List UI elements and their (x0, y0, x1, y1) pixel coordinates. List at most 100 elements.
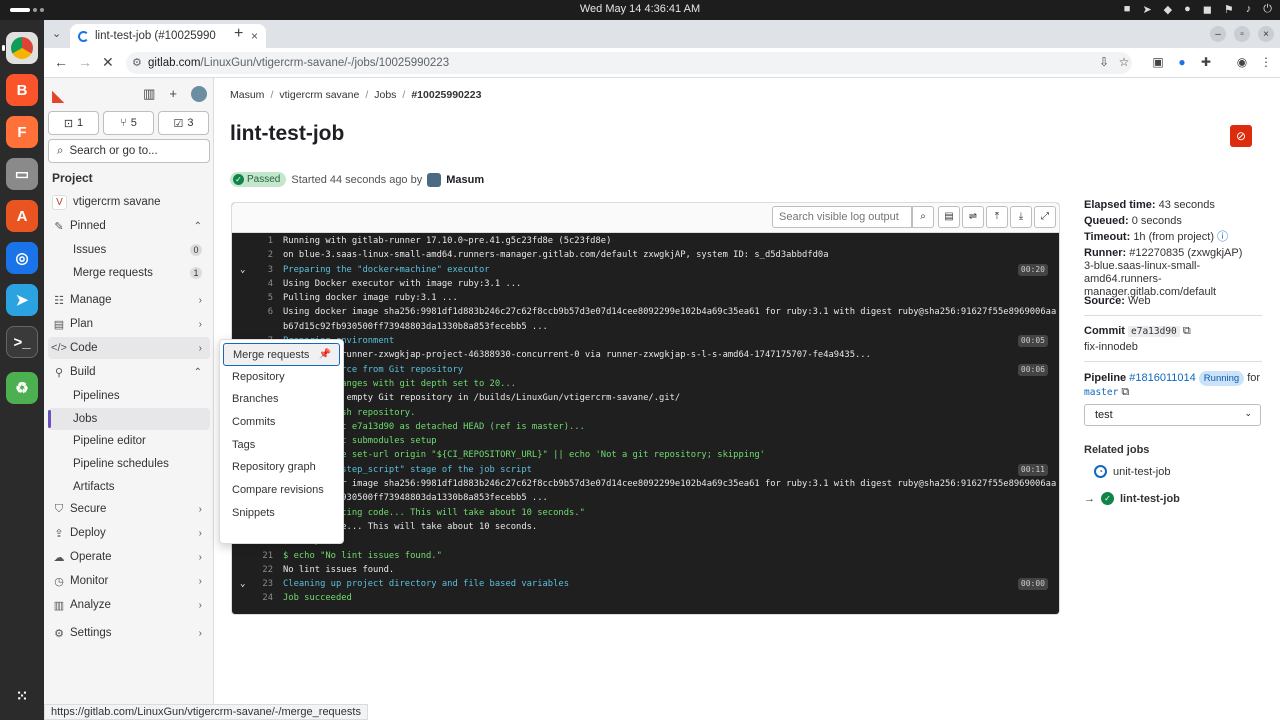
new-tab-button[interactable]: + (234, 25, 243, 43)
record-icon[interactable]: ■ (1124, 3, 1131, 16)
log-search-input[interactable] (772, 206, 912, 228)
sidebar-item-pipelines[interactable]: Pipelines (48, 385, 210, 407)
search-button[interactable]: ⌕ Search or go to... (48, 139, 210, 163)
back-button[interactable]: ← (54, 54, 68, 70)
sidebar-item-code[interactable]: </> Code › (48, 337, 210, 359)
install-icon[interactable]: ⇩ (1096, 55, 1112, 71)
menu-item-repository-graph[interactable]: Repository graph (223, 456, 340, 479)
menu-item-tags[interactable]: Tags (223, 434, 340, 457)
brave-icon[interactable]: B (6, 74, 38, 106)
line-number[interactable]: 5 (246, 291, 273, 305)
line-number[interactable]: 2 (246, 248, 273, 262)
line-number[interactable]: 1 (246, 234, 273, 248)
line-number[interactable]: 6 (246, 305, 273, 319)
show-apps-icon[interactable]: ⁙ (6, 680, 38, 712)
sidebar-item-monitor[interactable]: ◷ Monitor › (48, 570, 210, 592)
brave-icon[interactable]: ◆ (1164, 3, 1172, 16)
volume-icon[interactable]: ♪ (1246, 3, 1252, 16)
chevron-down-icon[interactable]: ⌄ (240, 577, 245, 591)
forward-button[interactable]: → (78, 54, 92, 70)
sidebar-item-plan[interactable]: ▤ Plan › (48, 313, 210, 335)
menu-icon[interactable]: ⋮ (1258, 55, 1274, 71)
status-badge[interactable]: ✓ Passed (230, 172, 287, 187)
commit-sha[interactable]: e7a13d90 (1128, 326, 1180, 337)
menu-item-compare-revisions[interactable]: Compare revisions (223, 479, 340, 502)
sidebar-item-manage[interactable]: ☷ Manage › (48, 289, 210, 311)
app-icon[interactable]: ◼ (1203, 3, 1212, 16)
power-icon[interactable]: ⏻ (1263, 3, 1272, 16)
chromium-icon[interactable]: ◎ (6, 242, 38, 274)
files-icon[interactable]: ▭ (6, 158, 38, 190)
menu-item-snippets[interactable]: Snippets (223, 502, 340, 525)
search-icon[interactable]: ⌕ (912, 206, 934, 228)
sidebar-item-operate[interactable]: ☁ Operate › (48, 546, 210, 568)
merge-requests-counter[interactable]: ⑂ 5 (103, 111, 154, 135)
telegram-icon[interactable]: ➤ (6, 284, 38, 316)
branch-link[interactable]: master (1084, 387, 1118, 398)
close-window-icon[interactable]: × (1258, 26, 1274, 42)
menu-item-branches[interactable]: Branches (223, 388, 340, 411)
stage-select[interactable]: test ⌄ (1084, 404, 1261, 426)
menu-item-repository[interactable]: Repository (223, 366, 340, 389)
line-number[interactable]: 3 (246, 263, 273, 277)
user-avatar[interactable] (191, 86, 207, 102)
system-tray[interactable]: ■ ➤ ◆ ● ◼ ⚑ ♪ ⏻ (1124, 3, 1272, 16)
pipeline-link[interactable]: #1816011014 (1129, 372, 1195, 384)
line-number[interactable]: 23 (246, 577, 273, 591)
breadcrumb-current[interactable]: #10025990223 (411, 89, 481, 101)
extension-icon[interactable]: ● (1174, 55, 1190, 71)
fullscreen-icon[interactable]: ⤢ (1034, 206, 1056, 228)
line-number[interactable]: 4 (246, 277, 273, 291)
chrome-icon[interactable]: ● (1184, 3, 1191, 16)
menu-item-merge-requests[interactable]: Merge requests 📌 (223, 343, 340, 366)
telegram-icon[interactable]: ➤ (1142, 3, 1151, 16)
profile-avatar[interactable]: ◉ (1234, 55, 1250, 71)
raw-log-icon[interactable]: ▤ (938, 206, 960, 228)
minimize-icon[interactable]: – (1210, 26, 1226, 42)
system-clock[interactable]: Wed May 14 4:36:41 AM (0, 3, 1280, 15)
sidebar-item-analyze[interactable]: ▥ Analyze › (48, 594, 210, 616)
scroll-top-icon[interactable]: ⤒ (986, 206, 1008, 228)
line-number[interactable]: 21 (246, 549, 273, 563)
user-link[interactable]: Masum (446, 174, 484, 186)
breadcrumb-link[interactable]: Masum (230, 89, 264, 101)
tab-search-icon[interactable]: ⌄ (52, 27, 61, 40)
sidebar-item-issues[interactable]: Issues 0 (48, 239, 210, 261)
sidebar-item-pipeline-schedules[interactable]: Pipeline schedules (48, 453, 210, 475)
help-icon[interactable]: ⓘ (1217, 231, 1228, 243)
close-tab-icon[interactable]: × (251, 29, 258, 43)
wrap-lines-icon[interactable]: ⇌ (962, 206, 984, 228)
todos-counter[interactable]: ☑ 3 (158, 111, 209, 135)
software-icon[interactable]: A (6, 200, 38, 232)
sidebar-item-build[interactable]: ⚲ Build ⌃ (48, 361, 210, 383)
scroll-bottom-icon[interactable]: ⤓ (1010, 206, 1032, 228)
site-info-icon[interactable]: ⚙ (132, 56, 142, 69)
sidebar-item-merge-requests[interactable]: Merge requests 1 (48, 262, 210, 284)
chevron-down-icon[interactable]: ⌄ (240, 263, 245, 277)
copy-icon[interactable]: ⧉ (1121, 386, 1129, 398)
chrome-icon[interactable] (2, 32, 38, 64)
address-bar[interactable]: ⚙ gitlab.com/LinuxGun/vtigercrm-savane/-… (126, 52, 1132, 74)
bookmark-icon[interactable]: ☆ (1116, 55, 1132, 71)
puzzle-icon[interactable]: ✚ (1198, 55, 1214, 71)
related-job-item[interactable]: ◔ unit-test-job (1094, 465, 1170, 478)
issues-counter[interactable]: ⊡ 1 (48, 111, 99, 135)
menu-item-commits[interactable]: Commits (223, 411, 340, 434)
sidebar-project-link[interactable]: Vvtigercrm savane (48, 191, 210, 213)
breadcrumb-link[interactable]: vtigercrm savane (279, 89, 359, 101)
extension-icon[interactable]: ▣ (1150, 55, 1166, 71)
gitlab-logo-icon[interactable]: ◣ (52, 86, 70, 105)
sidebar-item-secure[interactable]: ⛉ Secure › (48, 498, 210, 520)
network-icon[interactable]: ⚑ (1224, 3, 1234, 16)
trash-icon[interactable]: ♻ (6, 372, 38, 404)
avatar[interactable] (427, 172, 442, 187)
sidebar-item-settings[interactable]: ⚙ Settings › (48, 622, 210, 644)
line-number[interactable]: 24 (246, 591, 273, 605)
breadcrumb-link[interactable]: Jobs (374, 89, 396, 101)
sidebar-item-deploy[interactable]: ⇪ Deploy › (48, 522, 210, 544)
copy-icon[interactable]: ⧉ (1183, 325, 1191, 337)
create-new-icon[interactable]: + (169, 86, 177, 102)
stop-button[interactable]: ✕ (102, 54, 114, 71)
sidebar-item-pipeline-editor[interactable]: Pipeline editor (48, 430, 210, 452)
sidebar-item-pinned[interactable]: ✎ Pinned ⌃ (48, 215, 210, 237)
